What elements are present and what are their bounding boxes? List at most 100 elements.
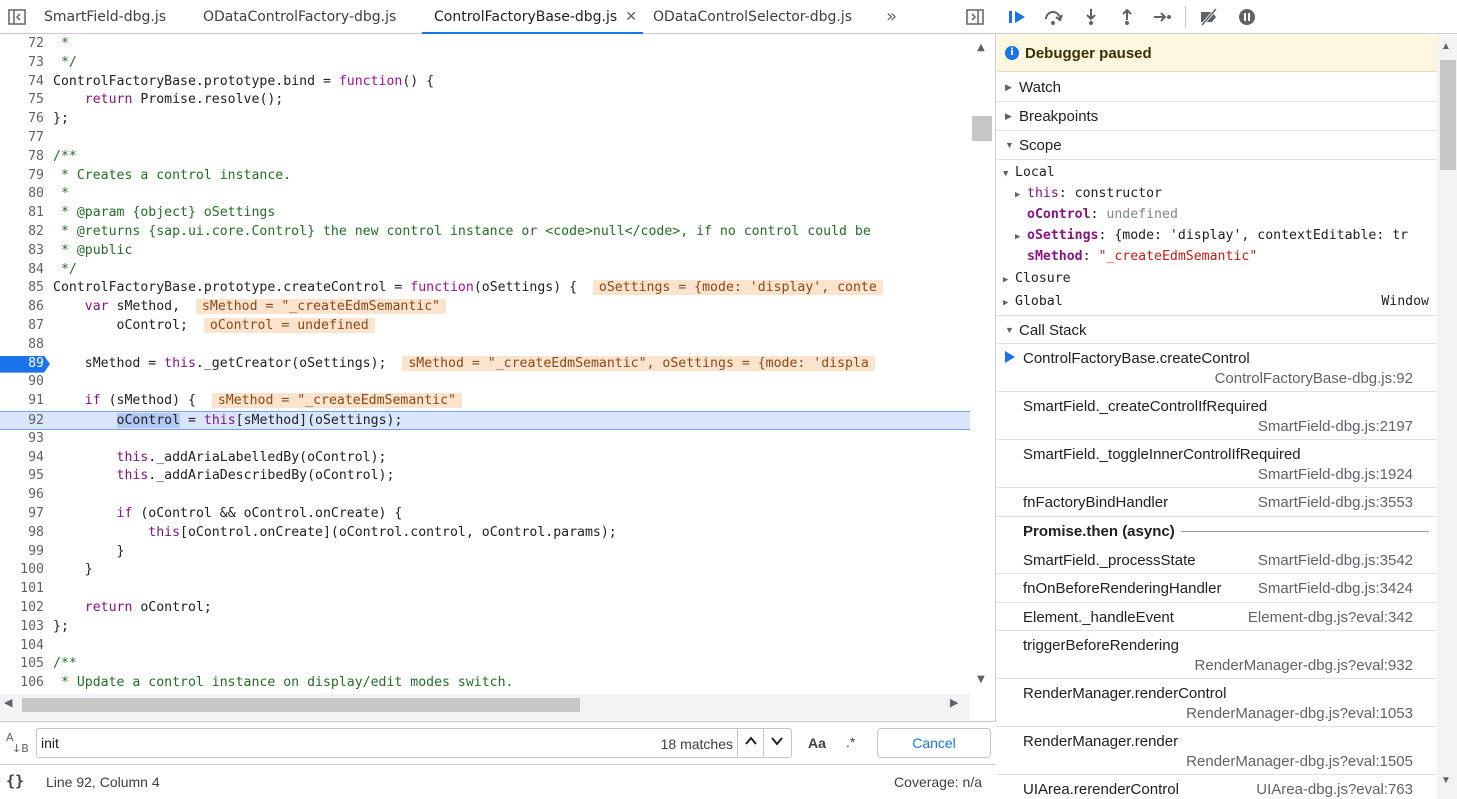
code-line[interactable]: 96 [0,486,970,505]
replace-toggle-icon[interactable]: A ↓B [6,732,29,754]
line-number[interactable]: 87 [0,317,44,336]
code-line[interactable]: 85 ControlFactoryBase.prototype.createCon… [0,279,970,298]
code-line[interactable]: 105 /** [0,655,970,674]
toggle-debugger-icon[interactable] [966,8,984,26]
scope-local[interactable]: ▼ Local [1003,162,1443,183]
line-number[interactable]: 82 [0,223,44,242]
step-into-icon[interactable] [1081,8,1101,26]
code-line[interactable]: 95 this._addAriaDescribedBy(oControl); [0,467,970,486]
frame-location[interactable]: RenderManager-dbg.js?eval:1505 [1186,753,1413,770]
code-line[interactable]: 92 oControl = this[sMethod](oSettings); [0,411,970,430]
call-frame[interactable]: SmartField._toggleInnerControlIfRequired… [997,440,1437,488]
call-frame[interactable]: Element._handleEvent Element-dbg.js?eval:… [997,603,1437,631]
tab-smartfield[interactable]: SmartField-dbg.js [44,0,166,34]
tab-odatacontrolfactory[interactable]: ODataControlFactory-dbg.js [203,0,396,34]
code-line[interactable]: 91 if (sMethod) { sMethod = "_createEdmS… [0,392,970,411]
code-line[interactable]: 97 if (oControl && oControl.onCreate) { [0,505,970,524]
horizontal-scrollbar[interactable]: ◀ ▶ [0,694,970,720]
scope-osettings[interactable]: ▶ oSettings: {mode: 'display', contextEdi… [1015,225,1455,246]
code-line[interactable]: 80 * [0,185,970,204]
horizontal-scrollbar-thumb[interactable] [22,698,580,712]
scroll-down-icon[interactable]: ▼ [974,674,988,685]
call-frame[interactable]: UIArea.rerenderControl UIArea-dbg.js?eval… [997,775,1437,799]
code-line[interactable]: 104 [0,637,970,656]
resume-icon[interactable] [1007,8,1027,26]
code-line[interactable]: 83 * @public [0,242,970,261]
line-number[interactable]: 80 [0,185,44,204]
code-line[interactable]: 88 [0,336,970,355]
code-line[interactable]: 98 this[oControl.onCreate](oControl.cont… [0,524,970,543]
scroll-up-icon[interactable]: ▲ [974,42,988,53]
frame-location[interactable]: RenderManager-dbg.js?eval:1053 [1186,705,1413,722]
line-number[interactable]: 103 [0,618,44,637]
code-line[interactable]: 102 return oControl; [0,599,970,618]
previous-match-button[interactable] [737,729,763,757]
code-line[interactable]: 103}; [0,618,970,637]
code-line[interactable]: 101 [0,580,970,599]
scroll-down-icon[interactable]: ▼ [1441,775,1451,786]
next-match-button[interactable] [763,729,789,757]
code-line[interactable]: 106 * Update a control instance on displ… [0,674,970,693]
line-number[interactable]: 74 [0,73,44,92]
code-line[interactable]: 75 return Promise.resolve(); [0,91,970,110]
line-number[interactable]: 83 [0,242,44,261]
code-line[interactable]: 73 */ [0,54,970,73]
sidebar-scrollbar[interactable]: ▲ ▼ [1437,35,1457,799]
call-frame[interactable]: RenderManager.renderControl RenderManager… [997,679,1437,727]
code-line[interactable]: 72 * [0,35,970,54]
line-number[interactable]: 99 [0,543,44,562]
code-line[interactable]: 78 /** [0,148,970,167]
line-number[interactable]: 90 [0,373,44,392]
code-line[interactable]: 82 * @returns {sap.ui.core.Control} the … [0,223,970,242]
tab-odatacontrolselector[interactable]: ODataControlSelector-dbg.js [653,0,852,34]
scope-closure[interactable]: ▶ Closure [1003,268,1443,289]
frame-location[interactable]: UIArea-dbg.js?eval:763 [1256,781,1413,798]
line-number[interactable]: 86 [0,298,44,317]
code-line[interactable]: 90 [0,373,970,392]
code-line[interactable]: 87 oControl; oControl = undefined [0,317,970,336]
line-number[interactable]: 78 [0,148,44,167]
frame-location[interactable]: SmartField-dbg.js:1924 [1258,466,1413,483]
line-number[interactable]: 72 [0,35,44,54]
line-number[interactable]: 97 [0,505,44,524]
frame-location[interactable]: Element-dbg.js?eval:342 [1248,609,1413,626]
scope-ocontrol[interactable]: oControl: undefined [1027,204,1457,225]
step-over-icon[interactable] [1043,8,1063,26]
code-line[interactable]: 100 } [0,561,970,580]
cancel-search-button[interactable]: Cancel [877,728,991,758]
line-number[interactable]: 73 [0,54,44,73]
line-number[interactable]: 94 [0,449,44,468]
deactivate-breakpoints-icon[interactable] [1199,8,1219,26]
more-tabs-icon[interactable]: » [886,0,897,34]
call-frame[interactable]: fnOnBeforeRenderingHandler SmartField-dbg… [997,574,1437,603]
line-number[interactable]: 105 [0,655,44,674]
code-line[interactable]: 76}; [0,110,970,129]
code-line[interactable]: 86 var sMethod, sMethod = "_createEdmSem… [0,298,970,317]
call-frame[interactable]: fnFactoryBindHandler SmartField-dbg.js:35… [997,488,1437,517]
frame-location[interactable]: SmartField-dbg.js:2197 [1258,418,1413,435]
match-case-button[interactable]: Aa [808,735,826,751]
line-number[interactable]: 75 [0,91,44,110]
scroll-left-icon[interactable]: ◀ [4,696,12,709]
code-line[interactable]: 94 this._addAriaLabelledBy(oControl); [0,449,970,468]
line-number[interactable]: 81 [0,204,44,223]
frame-location[interactable]: SmartField-dbg.js:3424 [1258,580,1413,597]
scope-global[interactable]: ▶ Global Window [1003,291,1437,312]
code-view[interactable]: 72 * 73 */74 ControlFactoryBase.prototype.… [0,35,970,693]
regex-button[interactable]: .* [846,734,855,750]
code-line[interactable]: 99 } [0,543,970,562]
code-line[interactable]: 74 ControlFactoryBase.prototype.bind = fu… [0,73,970,92]
code-line[interactable]: 81 * @param {object} oSettings [0,204,970,223]
frame-location[interactable]: SmartField-dbg.js:3553 [1258,494,1413,511]
scope-smethod[interactable]: sMethod: "_createEdmSemantic" [1027,246,1457,267]
pretty-print-button[interactable]: {} [6,772,24,790]
breakpoints-pane-header[interactable]: ▶ Breakpoints [997,102,1437,131]
call-stack-pane-header[interactable]: ▼ Call Stack [997,315,1437,344]
call-frame[interactable]: SmartField._processState SmartField-dbg.j… [997,546,1437,574]
search-input[interactable] [41,733,601,753]
close-icon[interactable]: ✕ [625,0,637,34]
line-number[interactable]: 96 [0,486,44,505]
line-number[interactable]: 76 [0,110,44,129]
line-number[interactable]: 93 [0,430,44,449]
line-number[interactable]: 89 [0,355,44,374]
